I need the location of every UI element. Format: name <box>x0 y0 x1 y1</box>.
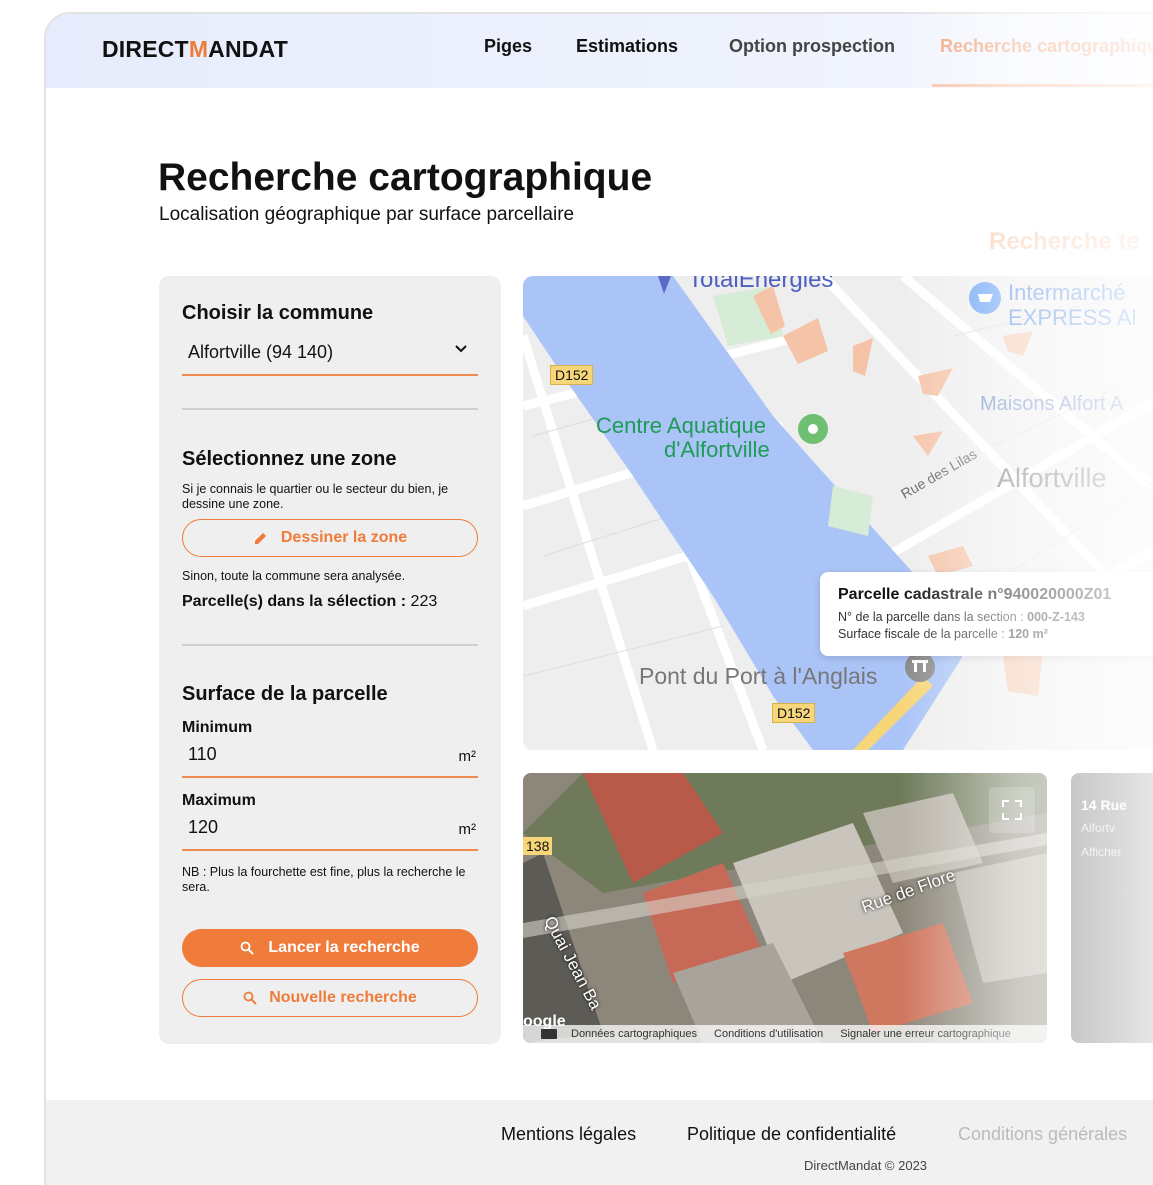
fullscreen-button[interactable] <box>989 787 1035 833</box>
footer-terms[interactable]: Conditions générales <box>958 1124 1127 1145</box>
nav-option-prospection[interactable]: Option prospection <box>729 36 895 57</box>
parcel-count: Parcelle(s) dans la sélection : 223 <box>182 593 437 611</box>
page-subtitle: Localisation géographique par surface pa… <box>159 204 575 225</box>
search-icon <box>240 941 255 955</box>
min-label: Minimum <box>182 719 253 736</box>
map-label-alfortville: Alfortville <box>997 463 1107 493</box>
draw-zone-label: Dessiner la zone <box>280 529 408 546</box>
min-surface-input[interactable]: 110 m² <box>182 738 478 778</box>
tooltip-surface-value: 120 m² <box>1008 627 1048 641</box>
unit-label: m² <box>458 748 477 765</box>
nav-estimations[interactable]: Estimations <box>576 36 678 57</box>
bridge-icon <box>905 652 935 682</box>
road-label-138: 138 <box>523 837 553 855</box>
map-label-express: EXPRESS Al <box>1008 305 1137 330</box>
launch-search-button[interactable]: Lancer la recherche <box>182 929 478 967</box>
map-label-pont: Pont du Port à l'Anglais <box>639 663 878 689</box>
tooltip-section-label: N° de la parcelle dans la section : <box>838 610 1024 624</box>
tooltip-surface-line: Surface fiscale de la parcelle : 120 m² <box>838 627 1048 641</box>
attribution-report[interactable]: Signaler une erreur cartographique <box>840 1028 1011 1040</box>
nav-recherche-cartographique[interactable]: Recherche cartographique <box>940 36 1153 57</box>
ghost-section-title: Recherche te <box>989 228 1140 255</box>
site-footer: Mentions légales Politique de confidenti… <box>46 1100 1153 1185</box>
street-view-link[interactable]: Afficher <box>1081 845 1121 859</box>
max-surface-input[interactable]: 120 m² <box>182 811 478 851</box>
shopping-cart-icon <box>969 282 1001 314</box>
commune-heading: Choisir la commune <box>182 302 374 324</box>
launch-search-label: Lancer la recherche <box>268 939 420 956</box>
surface-note: NB : Plus la fourchette est fine, plus l… <box>182 865 466 894</box>
tooltip-title: Parcelle cadastrale n°940020000Z01 <box>838 586 1112 603</box>
footer-privacy-policy[interactable]: Politique de confidentialité <box>687 1124 896 1145</box>
road-label-d152: D152 <box>550 365 594 385</box>
map-label-centre-aquatique: Centre Aquatique <box>596 413 767 438</box>
divider <box>182 408 478 410</box>
divider <box>182 644 478 646</box>
keyboard-icon[interactable] <box>541 1029 557 1039</box>
commune-select[interactable]: Alfortville (94 140) <box>182 334 478 376</box>
unit-label: m² <box>458 821 477 838</box>
surface-heading: Surface de la parcelle <box>182 683 388 705</box>
tooltip-section-value: 000-Z-143 <box>1027 610 1085 624</box>
attribution-terms[interactable]: Conditions d'utilisation <box>714 1028 823 1040</box>
road-label-d152: D152 <box>772 703 816 723</box>
parcel-count-label: Parcelle(s) dans la sélection : <box>182 593 407 610</box>
zone-heading: Sélectionnez une zone <box>182 448 397 470</box>
fullscreen-icon <box>1002 800 1022 820</box>
search-icon <box>243 991 257 1005</box>
attribution-data[interactable]: Données cartographiques <box>571 1028 697 1040</box>
new-search-label: Nouvelle recherche <box>269 989 417 1006</box>
street-view-title: 14 Rue <box>1081 797 1127 813</box>
chevron-down-icon <box>455 345 467 353</box>
nav-piges[interactable]: Piges <box>484 36 532 57</box>
tooltip-section-line: N° de la parcelle dans la section : 000-… <box>838 610 1085 624</box>
site-header: DIRECTMANDAT Piges Estimations Option pr… <box>46 14 1153 88</box>
page-title: Recherche cartographique <box>158 156 653 199</box>
max-surface-value: 120 <box>188 817 219 837</box>
parcel-tooltip: Parcelle cadastrale n°940020000Z01 N° de… <box>820 572 1153 656</box>
max-label: Maximum <box>182 792 256 809</box>
map-label-maisons-alfort: Maisons Alfort A <box>980 393 1124 415</box>
parcel-count-value: 223 <box>410 593 438 610</box>
street-view-city: Alfortv <box>1081 821 1116 835</box>
draw-zone-button[interactable]: Dessiner la zone <box>182 519 478 557</box>
copyright: DirectMandat © 2023 <box>804 1158 928 1173</box>
main-nav: Piges Estimations Option prospection Rec… <box>46 36 1153 66</box>
pin-icon <box>798 414 828 444</box>
street-view-card[interactable]: 14 Rue Alfortv Afficher <box>1071 773 1153 1043</box>
tooltip-surface-label: Surface fiscale de la parcelle : <box>838 627 1005 641</box>
pencil-icon <box>254 533 266 544</box>
map-label-total: TotalEnergies <box>688 276 834 293</box>
zone-fallback-text: Sinon, toute la commune sera analysée. <box>182 569 406 583</box>
active-nav-underline <box>932 84 1153 87</box>
search-panel: Choisir la commune Alfortville (94 140) … <box>159 276 501 1044</box>
zone-help-text: Si je connais le quartier ou le secteur … <box>182 482 449 511</box>
commune-select-value: Alfortville (94 140) <box>188 342 334 362</box>
new-search-button[interactable]: Nouvelle recherche <box>182 979 478 1017</box>
map-attribution-bar: Données cartographiques Conditions d'uti… <box>523 1025 1047 1043</box>
min-surface-value: 110 <box>188 744 217 764</box>
map-view[interactable]: TotalEnergies Intermarché EXPRESS Al D15… <box>523 276 1153 750</box>
map-label-alfortville-pool: d'Alfortville <box>664 437 770 462</box>
footer-mentions-legales[interactable]: Mentions légales <box>501 1124 636 1145</box>
map-label-intermarche: Intermarché <box>1008 280 1126 305</box>
satellite-view[interactable]: 138 Quai Jean Ba Rue de Flore oogle Donn… <box>523 773 1047 1043</box>
